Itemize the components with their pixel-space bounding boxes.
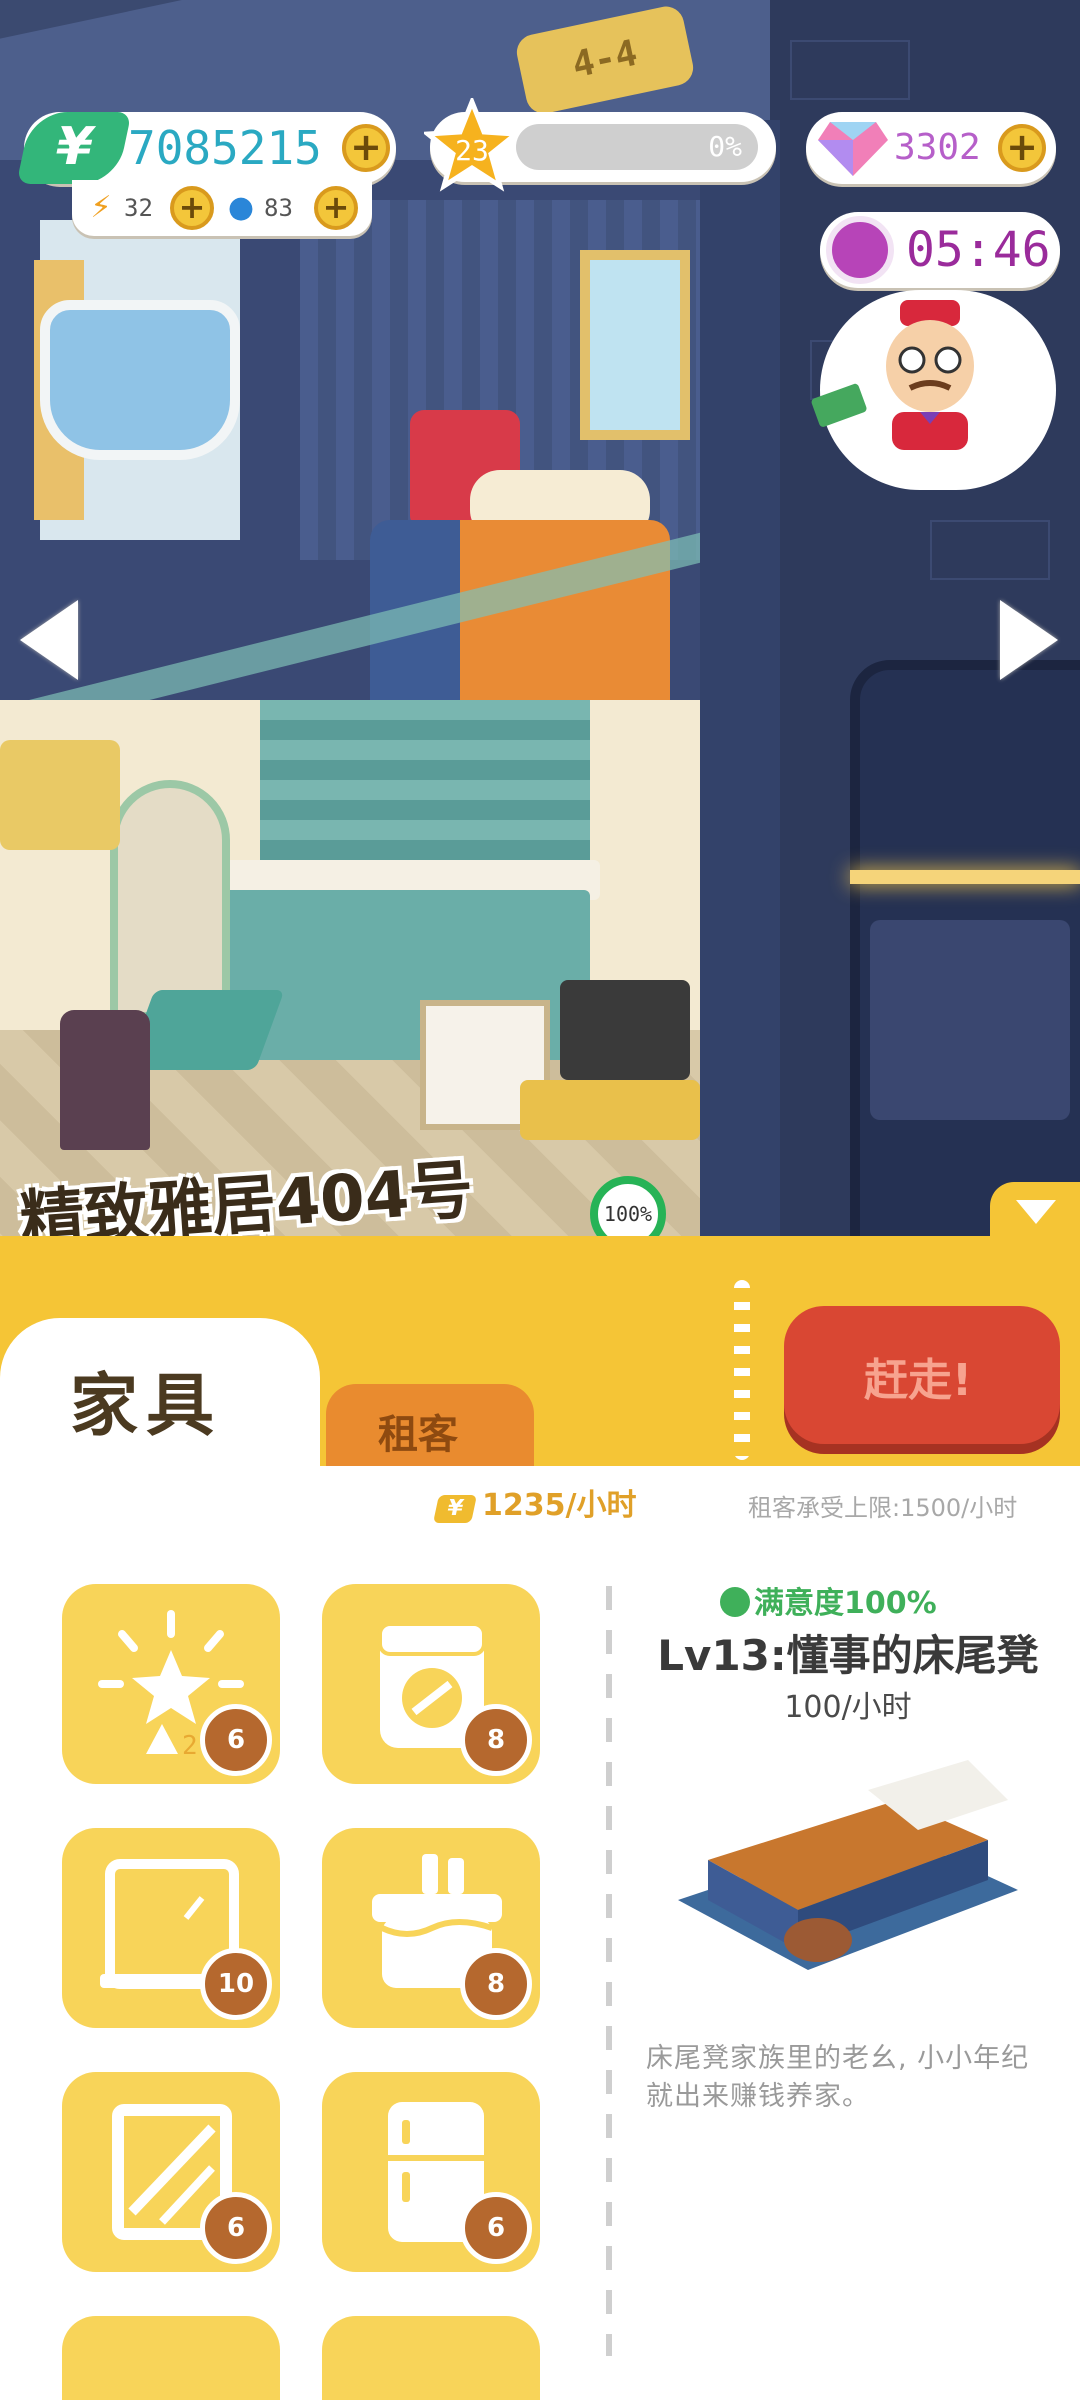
tab-furniture[interactable]: 家具 xyxy=(0,1318,320,1468)
yen-icon: ¥ xyxy=(433,1495,477,1523)
resource-bar: ⚡ 32 + ● 83 + xyxy=(72,180,372,236)
add-money-button[interactable]: + xyxy=(342,124,390,172)
landlord-npc[interactable] xyxy=(811,290,1056,490)
category-mirror[interactable]: 6 xyxy=(62,2072,280,2272)
category-count: 6 xyxy=(200,2192,272,2264)
satisfaction: 满意度100% xyxy=(720,1578,937,1622)
gem-counter: 3302 + xyxy=(806,112,1056,184)
tv-stand xyxy=(520,1080,700,1140)
landlord-avatar-icon xyxy=(886,300,974,450)
bathtub[interactable] xyxy=(40,300,240,460)
gem-value: 3302 xyxy=(894,127,981,168)
yen-icon: ¥ xyxy=(16,112,132,184)
level-bar: 0% xyxy=(516,124,758,170)
clock-icon xyxy=(826,216,894,284)
income-rate-value: 1235/小时 xyxy=(482,1488,637,1523)
timer-value: 05:46 xyxy=(906,222,1051,278)
category-lighting[interactable]: 2 6 xyxy=(62,1584,280,1784)
add-water-button[interactable]: + xyxy=(314,186,358,230)
category-partial[interactable] xyxy=(322,2316,540,2400)
category-count: 8 xyxy=(460,1948,532,2020)
category-bath[interactable]: 8 xyxy=(322,1828,540,2028)
energy-value: 32 xyxy=(124,194,153,222)
rent-timer: 05:46 xyxy=(820,212,1060,288)
tv xyxy=(560,980,690,1080)
category-count: 6 xyxy=(200,1704,272,1776)
panel-separator xyxy=(734,1280,750,1460)
satisfaction-label: 满意度100% xyxy=(754,1586,937,1621)
category-count: 10 xyxy=(200,1948,272,2020)
level-percent: 0% xyxy=(708,130,742,163)
bench-item-image xyxy=(678,1760,1018,1970)
cash-stack-icon xyxy=(811,383,867,427)
category-window[interactable]: 10 xyxy=(62,1828,280,2028)
tenant-limit: 租客承受上限:1500/小时 xyxy=(748,1494,1018,1522)
energy-icon: ⚡ xyxy=(90,190,112,225)
category-sub-label: 2 xyxy=(182,1731,198,1761)
category-count: 8 xyxy=(460,1704,532,1776)
prev-room-arrow-icon[interactable] xyxy=(20,600,78,680)
smile-icon xyxy=(720,1587,750,1617)
panel-divider xyxy=(606,1586,612,2356)
bedroom-window[interactable] xyxy=(580,250,690,440)
category-partial[interactable] xyxy=(62,2316,280,2400)
pillar xyxy=(690,120,780,1290)
next-room-arrow-icon[interactable] xyxy=(1000,600,1058,680)
water-value: 83 xyxy=(264,194,293,222)
add-energy-button[interactable]: + xyxy=(170,186,214,230)
collapse-arrow-icon[interactable] xyxy=(1016,1200,1056,1224)
tab-tenant[interactable]: 租客 xyxy=(326,1384,534,1468)
gem-icon xyxy=(818,122,888,176)
level-number: 23 xyxy=(455,134,489,167)
category-appliance[interactable]: 8 xyxy=(322,1584,540,1784)
money-counter: ¥ 7085215 + xyxy=(16,112,396,184)
door xyxy=(110,780,230,1020)
item-rate: 100/小时 xyxy=(784,1690,912,1725)
money-value: 7085215 xyxy=(128,121,322,175)
bar-stool xyxy=(60,1010,150,1150)
item-description: 床尾凳家族里的老幺, 小小年纪就出来赚钱养家。 xyxy=(646,2043,1030,2112)
water-drop-icon: ● xyxy=(227,190,255,225)
level-progress[interactable]: 23 0% xyxy=(424,98,776,192)
tab-tenant-label: 租客 xyxy=(378,1412,458,1458)
item-title: Lv13:懂事的床尾凳 xyxy=(657,1631,1039,1680)
level-star-icon: 23 xyxy=(424,98,520,192)
evict-button[interactable]: 赶走! xyxy=(784,1306,1060,1444)
category-count: 6 xyxy=(460,2192,532,2264)
wall-cabinet xyxy=(0,740,120,850)
tab-furniture-label: 家具 xyxy=(70,1367,223,1446)
window-blinds xyxy=(260,700,590,860)
evict-button-label: 赶走! xyxy=(864,1355,973,1406)
income-rate: ¥1235/小时 xyxy=(433,1480,637,1524)
category-fridge[interactable]: 6 xyxy=(322,2072,540,2272)
add-gems-button[interactable]: + xyxy=(998,124,1046,172)
